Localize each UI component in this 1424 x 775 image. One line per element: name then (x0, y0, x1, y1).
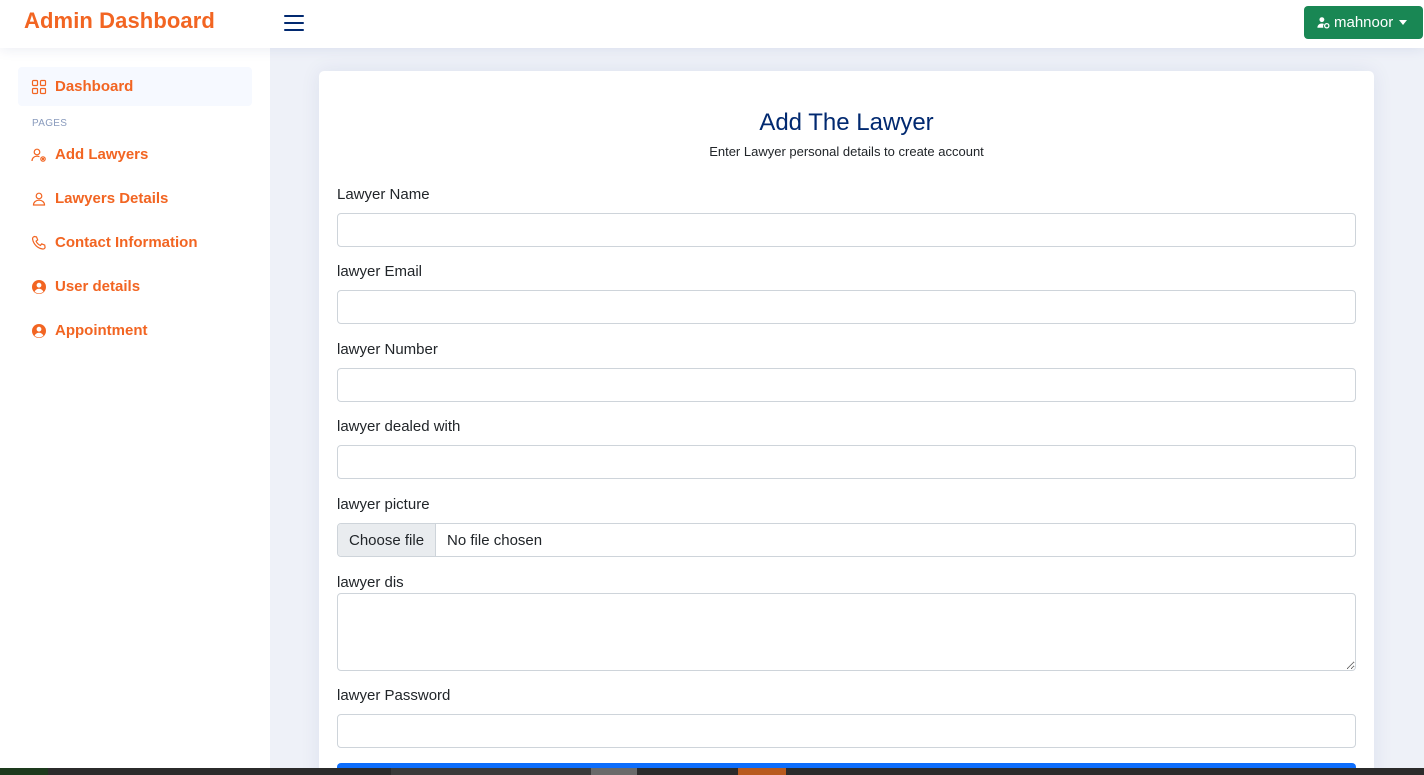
taskbar-item[interactable] (391, 768, 591, 775)
taskbar-item[interactable] (738, 768, 786, 775)
nav-heading-pages: PAGES (32, 118, 68, 129)
person-icon (31, 191, 47, 207)
caret-down-icon (1399, 20, 1408, 25)
person-gear-icon (31, 147, 47, 163)
sidebar-item-user-details[interactable]: User details (18, 267, 252, 306)
menu-toggle-icon[interactable] (282, 11, 306, 35)
sidebar-item-appointment[interactable]: Appointment (18, 311, 252, 350)
sidebar-item-add-lawyers[interactable]: Add Lawyers (18, 135, 252, 174)
user-name: mahnoor (1334, 14, 1394, 31)
grid-icon (31, 79, 47, 95)
user-dropdown-button[interactable]: mahnoor (1304, 6, 1423, 39)
taskbar-start[interactable] (0, 768, 48, 775)
sidebar-item-lawyers-details[interactable]: Lawyers Details (18, 179, 252, 218)
sidebar-item-label: User details (55, 278, 141, 295)
taskbar-item[interactable] (591, 768, 637, 775)
sidebar-item-label: Contact Information (55, 234, 198, 251)
person-gear-icon (1317, 17, 1330, 29)
lawyer-number-input[interactable] (337, 368, 1356, 402)
lawyer-email-label: lawyer Email (337, 263, 423, 280)
lawyer-name-label: Lawyer Name (337, 186, 430, 203)
lawyer-dealed-input[interactable] (337, 445, 1356, 479)
page-title: Add The Lawyer (759, 109, 934, 136)
lawyer-email-input[interactable] (337, 290, 1356, 324)
brand-logo[interactable]: Admin Dashboard (24, 8, 215, 34)
sidebar: Dashboard PAGES Add Lawyers Lawyers Deta… (0, 48, 270, 775)
sidebar-item-label: Lawyers Details (55, 190, 169, 207)
top-header: Admin Dashboard mahnoor (0, 0, 1424, 48)
person-circle-icon (31, 323, 47, 339)
lawyer-number-label: lawyer Number (337, 341, 438, 358)
sidebar-item-label: Add Lawyers (55, 146, 149, 163)
sidebar-item-label: Appointment (55, 322, 148, 339)
lawyer-password-input[interactable] (337, 714, 1356, 748)
sidebar-item-label: Dashboard (55, 78, 134, 95)
lawyer-dealed-label: lawyer dealed with (337, 418, 461, 435)
person-circle-icon (31, 279, 47, 295)
lawyer-picture-file-input[interactable]: Choose file No file chosen (337, 523, 1356, 557)
os-taskbar (0, 768, 1424, 775)
choose-file-button[interactable]: Choose file (338, 524, 437, 556)
lawyer-dis-label: lawyer dis (337, 574, 404, 591)
sidebar-item-dashboard[interactable]: Dashboard (18, 67, 252, 106)
sidebar-item-contact-information[interactable]: Contact Information (18, 223, 252, 262)
file-status-text: No file chosen (447, 531, 543, 549)
lawyer-name-input[interactable] (337, 213, 1356, 247)
telephone-icon (31, 235, 47, 251)
lawyer-password-label: lawyer Password (337, 687, 451, 704)
add-lawyer-card: Add The Lawyer Enter Lawyer personal det… (319, 71, 1374, 775)
lawyer-dis-textarea[interactable] (337, 593, 1356, 671)
page-subtitle: Enter Lawyer personal details to create … (709, 144, 984, 159)
lawyer-picture-label: lawyer picture (337, 496, 430, 513)
